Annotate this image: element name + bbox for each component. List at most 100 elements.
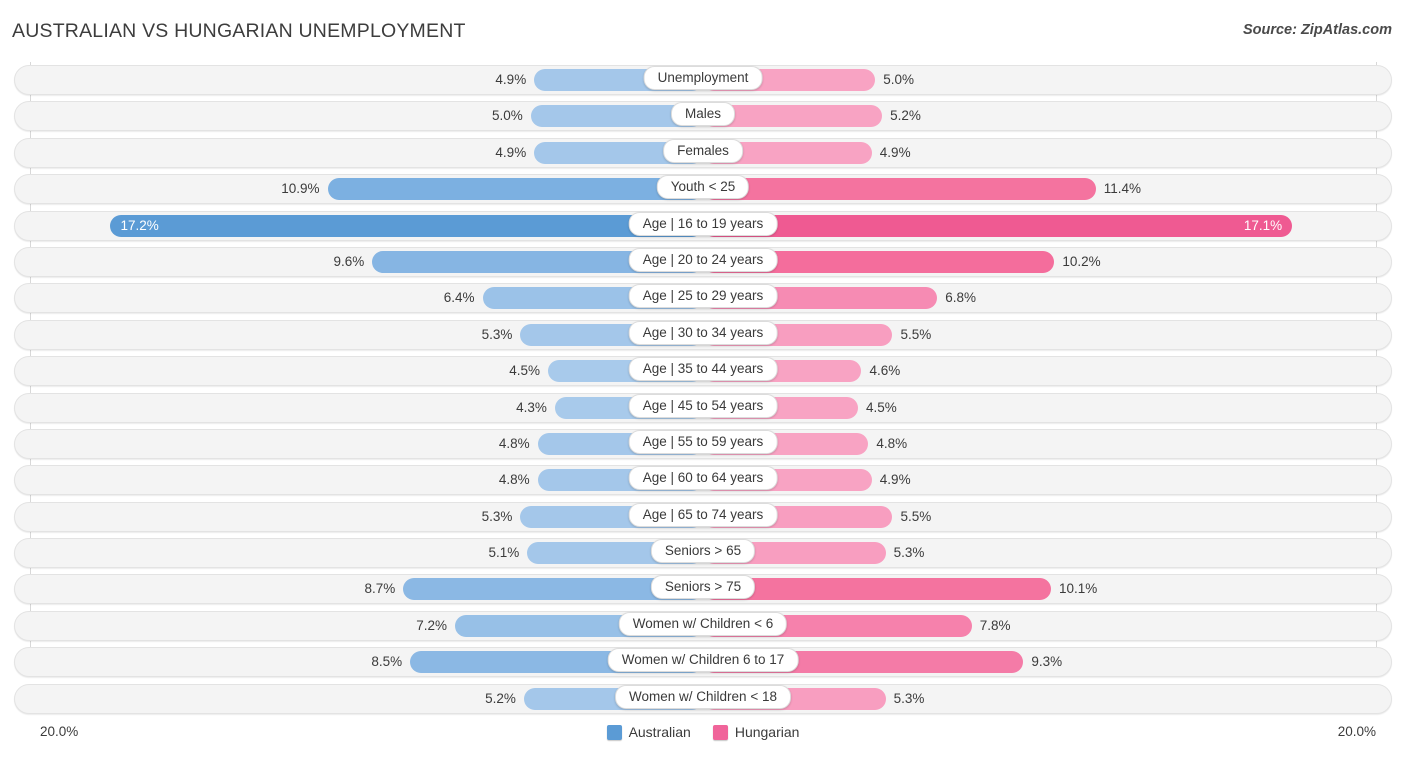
chart-row: 17.2% 17.1% Age | 16 to 19 years bbox=[14, 208, 1392, 244]
row-half-left: 9.6% bbox=[14, 247, 703, 277]
row-half-left: 5.3% bbox=[14, 502, 703, 532]
value-label-hungarian: 10.1% bbox=[1058, 581, 1098, 597]
value-label-hungarian: 4.9% bbox=[879, 472, 911, 488]
chart-header: AUSTRALIAN VS HUNGARIAN UNEMPLOYMENT Sou… bbox=[0, 0, 1406, 62]
row-half-right: 7.8% bbox=[703, 611, 1392, 641]
row-half-right: 4.5% bbox=[703, 393, 1392, 423]
bar-hungarian bbox=[703, 578, 1051, 601]
row-label-pill: Unemployment bbox=[643, 66, 763, 90]
chart-row: 8.5% 9.3% Women w/ Children 6 to 17 bbox=[14, 644, 1392, 680]
value-label-hungarian: 5.5% bbox=[900, 326, 932, 342]
chart-row: 5.3% 5.5% Age | 65 to 74 years bbox=[14, 499, 1392, 535]
row-half-left: 10.9% bbox=[14, 174, 703, 204]
row-half-right: 17.1% bbox=[703, 211, 1392, 241]
row-label-pill: Age | 20 to 24 years bbox=[628, 247, 778, 272]
legend-label: Hungarian bbox=[734, 724, 800, 740]
row-half-left: 4.9% bbox=[14, 138, 703, 168]
row-half-right: 5.0% bbox=[703, 65, 1392, 95]
chart-row: 5.3% 5.5% Age | 30 to 34 years bbox=[14, 317, 1392, 353]
legend-label: Australian bbox=[628, 724, 691, 740]
chart-footer: 20.0% 20.0% Australian Hungarian bbox=[14, 724, 1392, 746]
row-half-right: 5.5% bbox=[703, 320, 1392, 350]
row-label-pill: Youth < 25 bbox=[656, 175, 750, 200]
row-label-pill: Age | 60 to 64 years bbox=[628, 466, 778, 491]
row-half-right: 4.9% bbox=[703, 138, 1392, 168]
row-label-pill: Women w/ Children < 6 bbox=[618, 611, 788, 636]
value-label-australian: 4.8% bbox=[498, 435, 530, 451]
value-label-australian: 4.9% bbox=[495, 144, 527, 160]
value-label-australian: 10.9% bbox=[281, 181, 320, 197]
value-label-hungarian: 11.4% bbox=[1103, 181, 1141, 197]
chart-row: 9.6% 10.2% Age | 20 to 24 years bbox=[14, 244, 1392, 280]
value-label-australian: 5.0% bbox=[491, 108, 523, 124]
value-label-hungarian: 4.6% bbox=[869, 363, 901, 379]
row-half-right: 5.5% bbox=[703, 502, 1392, 532]
value-label-hungarian: 5.3% bbox=[893, 545, 925, 561]
value-label-australian: 7.2% bbox=[416, 617, 447, 633]
legend-item: Hungarian bbox=[712, 724, 800, 740]
row-half-left: 8.5% bbox=[14, 647, 703, 677]
chart-row: 4.9% 4.9% Females bbox=[14, 135, 1392, 171]
value-label-hungarian: 17.1% bbox=[1243, 217, 1283, 233]
row-label-pill: Age | 65 to 74 years bbox=[628, 502, 778, 527]
row-half-left: 5.0% bbox=[14, 101, 703, 131]
value-label-australian: 8.5% bbox=[371, 654, 403, 670]
row-half-left: 4.8% bbox=[14, 429, 703, 459]
page-title: AUSTRALIAN VS HUNGARIAN UNEMPLOYMENT bbox=[12, 20, 466, 42]
bar-hungarian bbox=[703, 214, 1293, 237]
row-label-pill: Age | 16 to 19 years bbox=[628, 211, 778, 236]
row-half-left: 8.7% bbox=[14, 574, 703, 604]
row-half-right: 10.1% bbox=[703, 574, 1392, 604]
value-label-hungarian: 4.9% bbox=[879, 144, 911, 160]
bar-australian bbox=[110, 214, 703, 237]
value-label-hungarian: 5.0% bbox=[883, 72, 915, 87]
chart-legend: Australian Hungarian bbox=[14, 724, 1392, 740]
row-half-left: 17.2% bbox=[14, 211, 703, 241]
legend-swatch-icon bbox=[712, 724, 728, 740]
row-half-right: 5.3% bbox=[703, 684, 1392, 714]
chart-row: 5.2% 5.3% Women w/ Children < 18 bbox=[14, 681, 1392, 717]
value-label-australian: 17.2% bbox=[120, 217, 159, 233]
row-label-pill: Age | 45 to 54 years bbox=[628, 393, 778, 418]
value-label-australian: 5.3% bbox=[481, 326, 513, 342]
chart-row: 7.2% 7.8% Women w/ Children < 6 bbox=[14, 608, 1392, 644]
chart-row: 4.8% 4.8% Age | 55 to 59 years bbox=[14, 426, 1392, 462]
source-attribution: Source: ZipAtlas.com bbox=[1242, 22, 1392, 38]
row-label-pill: Seniors > 75 bbox=[650, 575, 756, 600]
row-half-right: 4.6% bbox=[703, 356, 1392, 386]
value-label-australian: 4.5% bbox=[509, 363, 540, 379]
chart-row: 10.9% 11.4% Youth < 25 bbox=[14, 171, 1392, 207]
row-half-left: 4.8% bbox=[14, 465, 703, 495]
row-label-pill: Women w/ Children < 18 bbox=[615, 684, 791, 709]
value-label-australian: 4.9% bbox=[495, 72, 527, 87]
row-half-left: 7.2% bbox=[14, 611, 703, 641]
chart-row: 5.1% 5.3% Seniors > 65 bbox=[14, 535, 1392, 571]
row-half-left: 5.2% bbox=[14, 684, 703, 714]
value-label-australian: 5.1% bbox=[488, 545, 520, 561]
row-label-pill: Age | 25 to 29 years bbox=[628, 284, 778, 309]
row-label-pill: Age | 35 to 44 years bbox=[628, 357, 778, 382]
value-label-australian: 9.6% bbox=[333, 253, 365, 269]
value-label-australian: 4.8% bbox=[498, 472, 530, 488]
value-label-hungarian: 5.3% bbox=[893, 690, 925, 706]
chart-row: 5.0% 5.2% Males bbox=[14, 98, 1392, 134]
legend-item: Australian bbox=[606, 724, 691, 740]
row-half-right: 5.3% bbox=[703, 538, 1392, 568]
row-label-pill: Females bbox=[663, 138, 743, 163]
chart-row: 4.3% 4.5% Age | 45 to 54 years bbox=[14, 390, 1392, 426]
value-label-hungarian: 9.3% bbox=[1031, 654, 1063, 670]
row-label-pill: Seniors > 65 bbox=[650, 539, 756, 564]
row-label-pill: Age | 30 to 34 years bbox=[628, 320, 778, 345]
value-label-hungarian: 4.8% bbox=[876, 435, 908, 451]
value-label-australian: 8.7% bbox=[364, 581, 396, 597]
row-half-right: 10.2% bbox=[703, 247, 1392, 277]
row-half-right: 5.2% bbox=[703, 101, 1392, 131]
row-half-left: 4.5% bbox=[14, 356, 703, 386]
bar-hungarian bbox=[703, 178, 1096, 201]
value-label-australian: 6.4% bbox=[443, 290, 475, 306]
value-label-hungarian: 6.8% bbox=[945, 290, 977, 306]
row-half-right: 4.9% bbox=[703, 465, 1392, 495]
row-half-right: 11.4% bbox=[703, 174, 1392, 204]
value-label-hungarian: 5.5% bbox=[900, 508, 932, 524]
chart-row: 4.5% 4.6% Age | 35 to 44 years bbox=[14, 353, 1392, 389]
